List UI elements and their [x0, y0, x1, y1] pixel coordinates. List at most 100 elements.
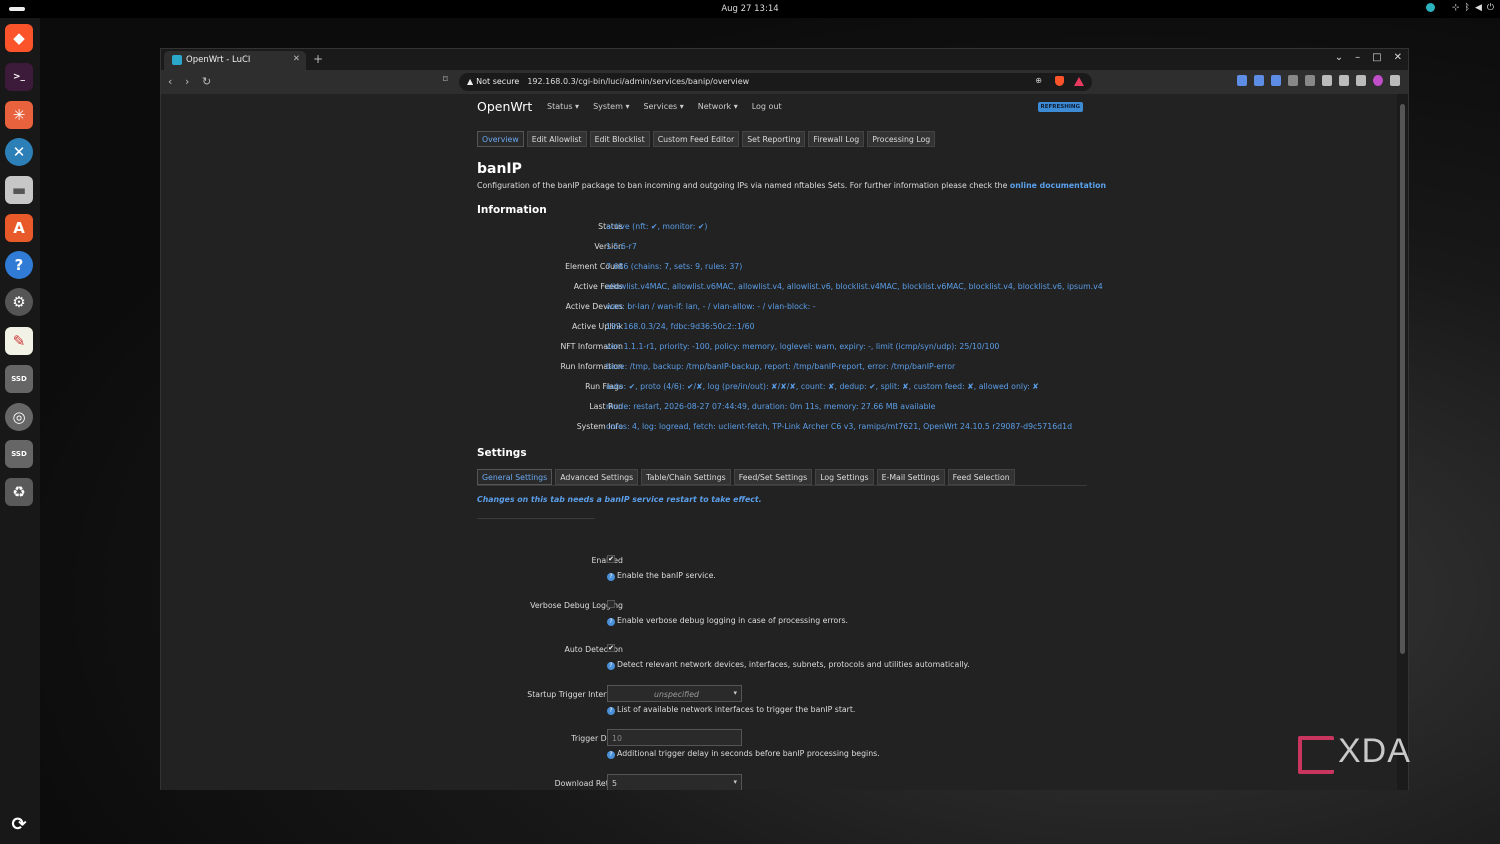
- page-scrollbar[interactable]: [1397, 94, 1408, 790]
- page-title: banIP: [477, 161, 522, 177]
- sidebar-icon[interactable]: [1322, 75, 1332, 86]
- close-tab-icon[interactable]: ✕: [293, 54, 300, 64]
- power-icon[interactable]: ⏻: [1487, 3, 1494, 13]
- brave-browser-icon[interactable]: ◆: [5, 24, 33, 52]
- new-tab-button[interactable]: +: [313, 52, 323, 66]
- tab-processing-log[interactable]: Processing Log: [867, 131, 936, 147]
- option-hint: ? Enable the banIP service.: [607, 571, 716, 581]
- hint-text: Enable verbose debug logging in case of …: [617, 616, 849, 625]
- tab-set-reporting[interactable]: Set Reporting: [742, 131, 806, 147]
- bitwarden-icon[interactable]: [1237, 75, 1247, 86]
- tab-log-settings[interactable]: Log Settings: [815, 469, 874, 485]
- volume-icon[interactable]: ◀: [1475, 3, 1482, 13]
- network-icon[interactable]: ⊹: [1452, 3, 1460, 13]
- settings-heading: Settings: [477, 447, 527, 459]
- menu-status[interactable]: Status ▾: [547, 102, 579, 111]
- refresh-badge[interactable]: REFRESHING: [1037, 102, 1083, 112]
- ssd-drive-icon[interactable]: SSD: [5, 365, 33, 393]
- navigation-bar: ‹ › ↻ ⌑ ▲ Not secure 192.168.0.3/cgi-bin/l…: [161, 70, 1408, 94]
- menu-icon[interactable]: [1390, 75, 1400, 86]
- extensions-puzzle-icon[interactable]: [1305, 75, 1315, 86]
- menu-network[interactable]: Network ▾: [698, 102, 738, 111]
- clock[interactable]: Aug 27 13:14: [0, 4, 1500, 14]
- hint-text: Additional trigger delay in seconds befo…: [617, 749, 880, 758]
- trash-icon[interactable]: ♻: [5, 478, 33, 506]
- auto-detection-checkbox[interactable]: ✔: [607, 644, 615, 652]
- app-indicator-icon[interactable]: [1426, 3, 1435, 12]
- back-icon[interactable]: ‹: [168, 75, 172, 88]
- zoom-icon[interactable]: ⊕: [1035, 76, 1042, 85]
- tab-feed-selection[interactable]: Feed Selection: [947, 469, 1015, 485]
- tab-feed-set-settings[interactable]: Feed/Set Settings: [733, 469, 813, 485]
- system-tray[interactable]: ⊹ ᛒ ◀ ⏻: [1426, 3, 1494, 13]
- brave-shields-icon[interactable]: [1055, 76, 1064, 86]
- remote-app-icon[interactable]: ✕: [5, 138, 33, 166]
- tab-general-settings[interactable]: General Settings: [477, 469, 553, 485]
- ssd-drive-icon-2[interactable]: SSD: [5, 440, 33, 468]
- enabled-checkbox[interactable]: ✔: [607, 555, 615, 563]
- dock: ◆ >_ ✳ ✕ ▬ A ? ⚙ ✎ SSD ◎ SSD ♻ ⟳: [0, 18, 40, 844]
- extension-icon[interactable]: [1271, 75, 1281, 86]
- warning-icon[interactable]: ▲: [467, 77, 473, 86]
- option-hint: ? Enable verbose debug logging in case of…: [607, 616, 848, 626]
- tab-overview[interactable]: Overview: [477, 131, 524, 147]
- tab-edit-allowlist[interactable]: Edit Allowlist: [526, 131, 587, 147]
- tab-firewall-log[interactable]: Firewall Log: [808, 131, 865, 147]
- page-content: OpenWrt Status ▾ System ▾ Services ▾ Net…: [477, 94, 1106, 790]
- brand-logo[interactable]: OpenWrt: [477, 99, 532, 114]
- bookmark-icon[interactable]: ⌑: [443, 75, 448, 85]
- app-center-icon[interactable]: A: [5, 214, 33, 242]
- select-value: 5: [612, 779, 617, 788]
- info-value: 1.5.6-r7: [606, 242, 637, 251]
- text-editor-icon[interactable]: ✎: [5, 327, 33, 355]
- terminal-icon[interactable]: >_: [5, 63, 33, 91]
- startup-trigger-select[interactable]: unspecified ▾: [607, 685, 742, 702]
- tab-edit-blocklist[interactable]: Edit Blocklist: [589, 131, 650, 147]
- app-icon[interactable]: ✳: [5, 101, 33, 129]
- xda-bracket-icon: [1298, 736, 1334, 774]
- download-retries-select[interactable]: 5 ▾: [607, 774, 742, 790]
- url-text[interactable]: 192.168.0.3/cgi-bin/luci/admin/services/…: [527, 77, 749, 86]
- extension-icon[interactable]: [1288, 75, 1298, 86]
- scrollbar-thumb[interactable]: [1400, 104, 1405, 654]
- info-row: Element Count 7 686 (chains: 7, sets: 9, …: [477, 262, 1117, 274]
- trigger-delay-input[interactable]: 10: [607, 729, 742, 746]
- address-bar[interactable]: ▲ Not secure 192.168.0.3/cgi-bin/luci/admi…: [459, 73, 1092, 91]
- settings-gear-icon[interactable]: ⚙: [5, 288, 33, 316]
- menu-logout[interactable]: Log out: [752, 102, 782, 111]
- info-value: 192.168.0.3/24, fdbc:9d36:50c2::1/60: [606, 322, 755, 331]
- browser-tab[interactable]: OpenWrt - LuCI ✕: [164, 51, 306, 70]
- tab-custom-feed-editor[interactable]: Custom Feed Editor: [652, 131, 740, 147]
- reload-icon[interactable]: ↻: [202, 75, 211, 88]
- show-apps-icon[interactable]: ⟳: [5, 810, 33, 838]
- documentation-link[interactable]: online documentation: [1010, 181, 1106, 190]
- info-value: base: /tmp, backup: /tmp/banIP-backup, r…: [606, 362, 956, 371]
- forward-icon[interactable]: ›: [185, 75, 189, 88]
- description-text: Configuration of the banIP package to ba…: [477, 181, 1010, 190]
- profile-avatar[interactable]: [1373, 75, 1383, 86]
- extension-icon[interactable]: [1254, 75, 1264, 86]
- leo-ai-icon[interactable]: [1356, 75, 1366, 86]
- security-status[interactable]: Not secure: [476, 77, 519, 86]
- hint-text: List of available network interfaces to …: [617, 705, 856, 714]
- maximize-icon[interactable]: □: [1372, 52, 1381, 63]
- minimize-icon[interactable]: –: [1355, 52, 1360, 63]
- help-icon[interactable]: ?: [5, 251, 33, 279]
- files-icon[interactable]: ▬: [5, 176, 33, 204]
- extension-icons: [1237, 75, 1400, 86]
- menu-system[interactable]: System ▾: [593, 102, 629, 111]
- close-window-icon[interactable]: ✕: [1394, 52, 1402, 63]
- tab-advanced-settings[interactable]: Advanced Settings: [555, 469, 639, 485]
- disc-drive-icon[interactable]: ◎: [5, 403, 33, 431]
- wallet-icon[interactable]: [1339, 75, 1349, 86]
- bluetooth-icon[interactable]: ᛒ: [1465, 3, 1470, 13]
- menu-services[interactable]: Services ▾: [643, 102, 683, 111]
- brave-rewards-icon[interactable]: [1074, 77, 1084, 86]
- verbose-debug-checkbox[interactable]: [607, 600, 615, 608]
- tab-table-chain-settings[interactable]: Table/Chain Settings: [641, 469, 731, 485]
- restart-note: Changes on this tab needs a banIP servic…: [477, 495, 762, 504]
- openwrt-favicon-icon: [172, 55, 182, 65]
- info-value: mode: restart, 2026-08-27 07:44:49, dura…: [606, 402, 936, 411]
- tab-list-icon[interactable]: ⌄: [1335, 52, 1343, 63]
- tab-email-settings[interactable]: E-Mail Settings: [876, 469, 945, 485]
